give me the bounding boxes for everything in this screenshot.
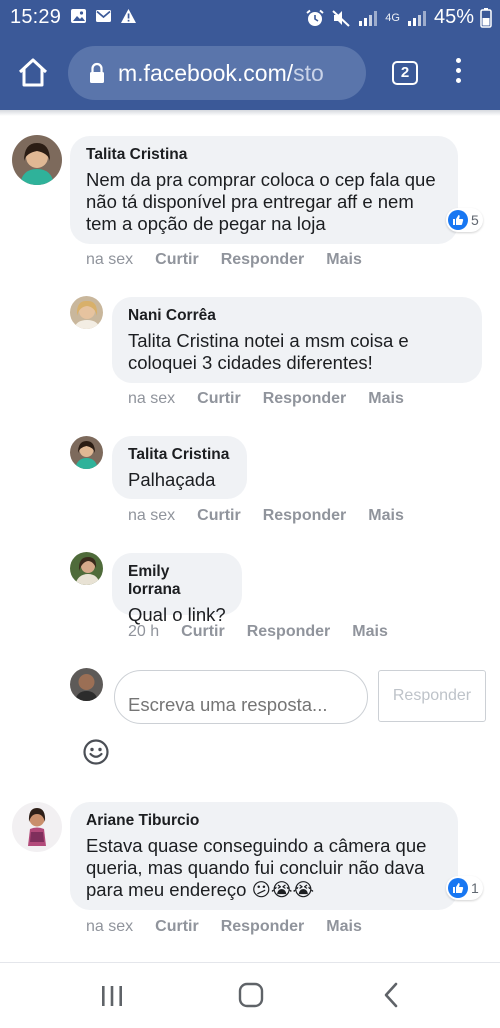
warning-icon <box>121 9 136 23</box>
reply-text: Talita Cristina notei a msm coisa e colo… <box>128 330 409 373</box>
home-nav-icon[interactable] <box>238 982 264 1008</box>
reply-actions: na sex Curtir Responder Mais <box>128 390 426 408</box>
like-icon <box>448 878 468 898</box>
comment-actions: na sex Curtir Responder Mais <box>86 251 384 269</box>
comment-timestamp[interactable]: na sex <box>86 251 133 269</box>
comment-author[interactable]: Ariane Tiburcio <box>86 812 442 830</box>
reply-link[interactable]: Responder <box>247 623 331 641</box>
avatar[interactable] <box>70 552 103 585</box>
reply-link[interactable]: Responder <box>221 251 305 269</box>
browser-toolbar: m.facebook.com/sto 2 <box>0 34 500 110</box>
avatar[interactable] <box>70 436 103 469</box>
comment-author[interactable]: Talita Cristina <box>86 146 442 164</box>
more-link[interactable]: Mais <box>368 507 404 525</box>
reply-author[interactable]: Talita Cristina <box>128 446 231 464</box>
url-domain: m.facebook.com/ <box>118 59 294 86</box>
recent-apps-icon[interactable] <box>100 985 124 1007</box>
reply-link[interactable]: Responder <box>221 918 305 936</box>
lock-icon <box>90 62 104 83</box>
reply-timestamp[interactable]: na sex <box>128 390 175 408</box>
comment-actions: na sex Curtir Responder Mais <box>86 918 384 936</box>
battery-icon <box>480 7 492 28</box>
comment-bubble: Ariane Tiburcio Estava quase conseguindo… <box>70 802 458 910</box>
reply-link[interactable]: Responder <box>263 507 347 525</box>
current-user-avatar <box>70 668 103 701</box>
status-time: 15:29 <box>10 6 62 28</box>
image-icon <box>71 9 86 23</box>
reply-author[interactable]: Nani Corrêa <box>128 307 466 325</box>
comment-timestamp[interactable]: na sex <box>86 918 133 936</box>
reaction-summary[interactable]: 5 <box>446 208 483 232</box>
like-icon <box>448 210 468 230</box>
reply-timestamp[interactable]: 20 h <box>128 623 159 641</box>
like-link[interactable]: Curtir <box>155 251 199 269</box>
reply-bubble: Nani Corrêa Talita Cristina notei a msm … <box>112 297 482 383</box>
reply-actions: na sex Curtir Responder Mais <box>128 507 426 525</box>
reply-text: Palhaçada <box>128 469 216 490</box>
reaction-count: 1 <box>471 880 479 896</box>
reply-input[interactable] <box>114 670 368 724</box>
tab-switcher-button[interactable]: 2 <box>392 61 418 85</box>
signal-icon <box>407 10 426 26</box>
reaction-summary[interactable]: 1 <box>446 876 483 900</box>
reply-submit-button[interactable]: Responder <box>378 670 486 722</box>
address-bar[interactable]: m.facebook.com/sto <box>68 46 366 100</box>
more-link[interactable]: Mais <box>352 623 388 641</box>
url-text: m.facebook.com/sto <box>118 60 324 87</box>
more-link[interactable]: Mais <box>368 390 404 408</box>
like-link[interactable]: Curtir <box>197 390 241 408</box>
mail-icon <box>96 10 111 22</box>
reply-bubble: Emily Iorrana Qual o link? <box>112 553 242 625</box>
comment-bubble: Talita Cristina Nem da pra comprar coloc… <box>70 136 458 244</box>
signal-icon <box>359 10 378 26</box>
like-link[interactable]: Curtir <box>181 623 225 641</box>
comment-text: Estava quase conseguindo a câmera que qu… <box>86 835 427 900</box>
reply-link[interactable]: Responder <box>263 390 347 408</box>
reaction-count: 5 <box>471 212 479 228</box>
reply-actions: 20 h Curtir Responder Mais <box>128 623 410 641</box>
url-path: sto <box>293 59 324 86</box>
mute-icon <box>332 9 350 27</box>
avatar[interactable] <box>12 135 62 185</box>
like-link[interactable]: Curtir <box>197 507 241 525</box>
reply-bubble: Talita Cristina Palhaçada <box>112 436 247 499</box>
avatar[interactable] <box>12 802 62 852</box>
reply-timestamp[interactable]: na sex <box>128 507 175 525</box>
comment-text: Nem da pra comprar coloca o cep fala que… <box>86 169 436 234</box>
battery-level: 45% <box>433 6 474 28</box>
alarm-icon <box>306 9 324 26</box>
like-link[interactable]: Curtir <box>155 918 199 936</box>
reply-author[interactable]: Emily Iorrana <box>128 563 226 599</box>
network-type: 4G <box>385 11 400 24</box>
system-navigation-bar <box>0 962 500 1028</box>
more-link[interactable]: Mais <box>326 918 362 936</box>
avatar[interactable] <box>70 296 103 329</box>
status-bar: 15:29 4G 45% <box>0 0 500 34</box>
back-icon[interactable] <box>382 982 400 1008</box>
overflow-menu-icon[interactable] <box>452 58 464 88</box>
home-icon[interactable] <box>16 56 50 90</box>
more-link[interactable]: Mais <box>326 251 362 269</box>
emoji-icon[interactable] <box>82 738 110 766</box>
